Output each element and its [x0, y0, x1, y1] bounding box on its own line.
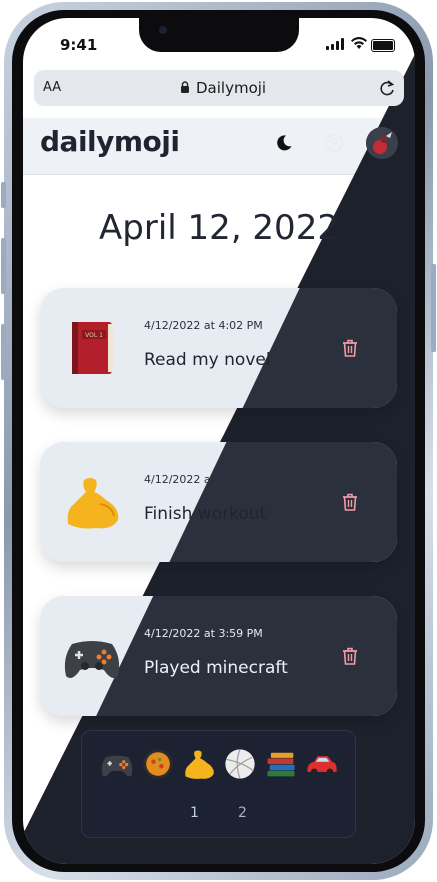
help-icon[interactable]	[324, 133, 344, 153]
page-button-1[interactable]: 1	[190, 805, 199, 821]
battery-icon	[371, 39, 395, 52]
trash-icon[interactable]	[341, 338, 359, 358]
entry-card[interactable]: 4/12/2022 at 3:59 PM Played minecraft	[40, 596, 397, 716]
lock-icon	[181, 81, 189, 93]
entry-title: Finish workout	[144, 504, 267, 524]
entry-title: Played minecraft	[144, 658, 288, 678]
address-bar[interactable]: AA Dailymoji	[34, 70, 404, 106]
game-controller-emoji	[64, 641, 120, 678]
book-cover-label: VOL 1	[85, 332, 103, 339]
notch	[139, 18, 299, 52]
volume-up-button	[1, 238, 6, 294]
red-car-emoji[interactable]	[304, 746, 340, 782]
trash-icon[interactable]	[341, 646, 359, 666]
flexed-biceps-emoji[interactable]	[181, 746, 217, 782]
entry-timestamp: 4/12/2022 at 4:01 PM	[144, 473, 263, 486]
dark-mode-toggle-icon[interactable]	[275, 134, 293, 152]
entry-title: Read my novel	[144, 350, 271, 370]
clock: 9:41	[60, 36, 98, 54]
url-text: Dailymoji	[196, 79, 267, 97]
volleyball-emoji[interactable]	[222, 746, 258, 782]
mute-switch	[1, 182, 6, 208]
entry-card[interactable]: 4/12/2022 at 4:01 PM Finish workout	[40, 442, 397, 562]
entry-timestamp: 4/12/2022 at 3:59 PM	[144, 627, 263, 640]
entry-timestamp: 4/12/2022 at 4:02 PM	[144, 319, 263, 332]
wifi-icon	[351, 37, 367, 49]
avatar-image	[366, 127, 398, 159]
page-title: April 12, 2022	[99, 208, 339, 248]
flexed-biceps-emoji	[67, 478, 119, 529]
screen: 9:41 AA Dailymoji dailymoji April 12, 20…	[23, 18, 415, 864]
app-logo[interactable]: dailymoji	[40, 125, 180, 158]
status-bar: 9:41	[23, 18, 415, 70]
volume-down-button	[1, 324, 6, 380]
front-camera	[159, 26, 167, 34]
trash-icon[interactable]	[341, 492, 359, 512]
avatar[interactable]	[366, 127, 398, 159]
text-size-button[interactable]: AA	[43, 80, 61, 95]
emoji-picker: 1 2	[81, 730, 356, 838]
power-button	[431, 264, 436, 352]
cellular-signal-icon	[326, 38, 346, 50]
page-button-2[interactable]: 2	[238, 805, 247, 821]
game-controller-emoji[interactable]	[99, 746, 135, 782]
books-emoji[interactable]	[263, 746, 299, 782]
entry-card[interactable]: VOL 1 4/12/2022 at 4:02 PM Read my novel	[40, 288, 397, 408]
reload-icon[interactable]	[377, 78, 397, 98]
red-book-emoji: VOL 1	[72, 322, 113, 374]
paella-pan-emoji[interactable]	[140, 746, 176, 782]
